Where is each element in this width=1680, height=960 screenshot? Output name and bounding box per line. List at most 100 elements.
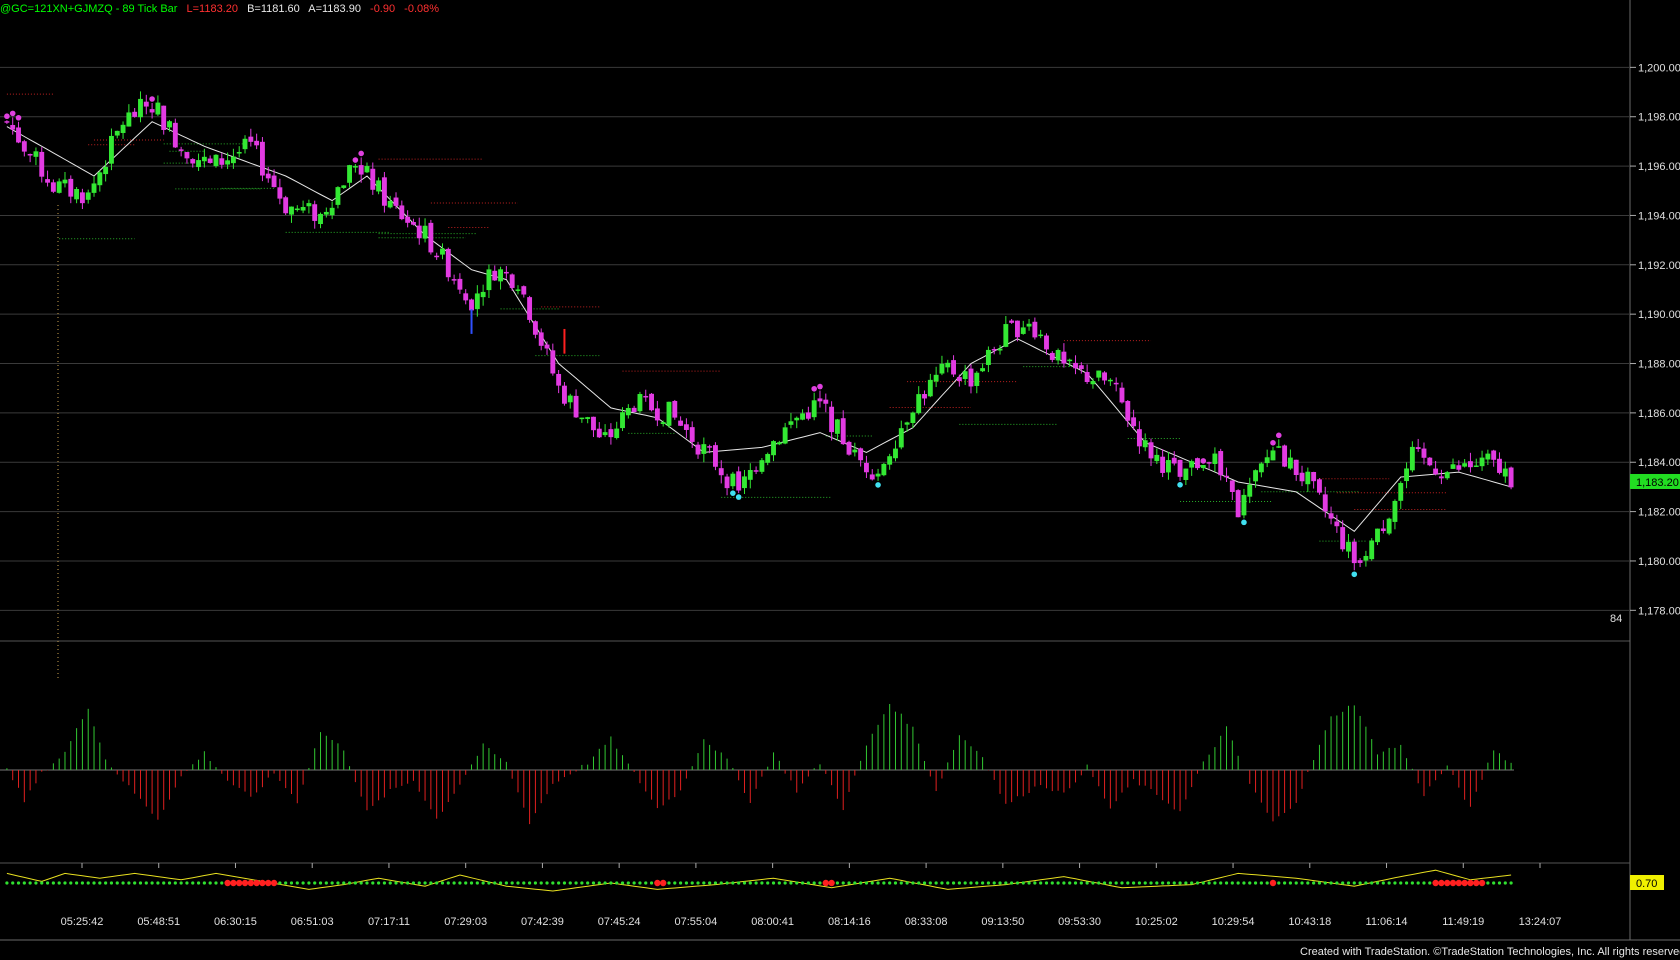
indicator-dot [905,881,909,885]
candle-body [945,362,951,368]
indicator-dot [847,881,851,885]
candle-body [1357,560,1363,563]
candle-body [167,121,172,128]
candle-body [1282,445,1288,467]
candle-body [213,154,219,167]
indicator-dot [1428,881,1432,885]
indicator-dot [481,881,485,885]
candle-body [109,135,114,164]
candle-body [532,321,538,335]
candle-body [654,408,660,421]
ytick-label: 1,188.00 [1638,359,1680,371]
candle-body [451,279,457,281]
candle-body [155,102,161,115]
candle-body [794,417,800,421]
indicator-dot [659,879,667,887]
candle-body [50,182,56,192]
indicator-dot [934,881,938,885]
candle-body [631,407,637,413]
indicator-dot [208,881,212,885]
candle-body [1456,465,1462,470]
swing-low-dot [1241,519,1247,526]
indicator-dot [138,881,143,885]
candle-body [341,185,347,188]
candle-body [1375,528,1380,543]
candle-body [1073,362,1078,369]
xtick-label: 09:53:30 [1058,916,1101,928]
indicator-dot [247,879,255,887]
candle-body [1438,476,1444,479]
candle-body [219,158,225,165]
candle-body [1369,540,1375,560]
swing-high-dot [149,96,155,102]
indicator-dot [1010,881,1014,885]
xtick-label: 11:49:19 [1442,916,1484,928]
indicator-dot [1455,879,1463,887]
xtick-label: 10:25:02 [1135,916,1178,928]
indicator-dot [1438,879,1445,887]
candle-body [864,462,869,473]
candle-body [550,350,556,374]
indicator-dot [800,881,805,885]
candle-body [974,372,980,386]
indicator-dot [1253,881,1258,885]
ask-label: A=1183.90 [308,3,361,15]
indicator-dot [57,881,61,885]
candle-body [312,204,318,221]
indicator-dot [1108,881,1112,885]
indicator-dot [539,881,543,885]
indicator-dot [365,881,369,885]
indicator-dot [946,881,950,885]
indicator-dot [417,881,421,885]
indicator-dot [522,881,526,885]
moving-average [6,121,1512,532]
indicator-dot [115,881,119,885]
indicator-dot [1393,881,1397,885]
candle-body [300,207,306,211]
indicator-dot [591,881,596,885]
candle-body [1148,442,1154,459]
candle-body [91,183,97,193]
indicator-dot [702,881,706,885]
indicator-dot [1248,881,1252,885]
indicator-dot [667,881,671,885]
indicator-dot [1120,881,1124,885]
candle-body [33,151,39,157]
candle-body [184,152,190,159]
chart-canvas[interactable]: 1,178.00 1,180.00 1,182.00 1,184.00 1,186.00… [0,0,1680,960]
indicator-dot [876,881,880,885]
candle-body [922,394,927,399]
candle-body [1247,484,1253,497]
oscillator-panel [0,703,1514,825]
candle-body [567,395,573,403]
ytick-label: 1,198.00 [1638,112,1680,124]
candle-body [1096,370,1102,378]
candle-body [660,422,666,424]
indicator-dot [708,881,712,885]
candle-body [527,297,533,320]
candle-body [1270,450,1276,461]
candle-body [161,105,167,130]
indicator-dot [1300,881,1304,885]
candle-body [765,454,771,463]
xtick-label: 08:33:08 [905,916,948,928]
candle-body [1264,457,1270,464]
candle-body [759,460,765,472]
indicator-dot [882,881,886,885]
indicator-dot [1358,881,1362,885]
indicator-dot [1004,881,1008,885]
candle-body [1136,429,1142,447]
indicator-dot [951,881,956,885]
indicator-dot [899,881,903,885]
candle-body [434,255,440,258]
indicator-dot [45,881,50,885]
indicator-dot [1404,881,1409,885]
indicator-dot [620,881,625,885]
candle-body [997,348,1003,351]
indicator-dot [1312,881,1316,885]
candle-body [172,122,178,148]
indicator-dot [324,881,328,885]
candle-body [486,269,492,291]
candle-body [620,412,625,429]
indicator-dot [241,879,249,887]
